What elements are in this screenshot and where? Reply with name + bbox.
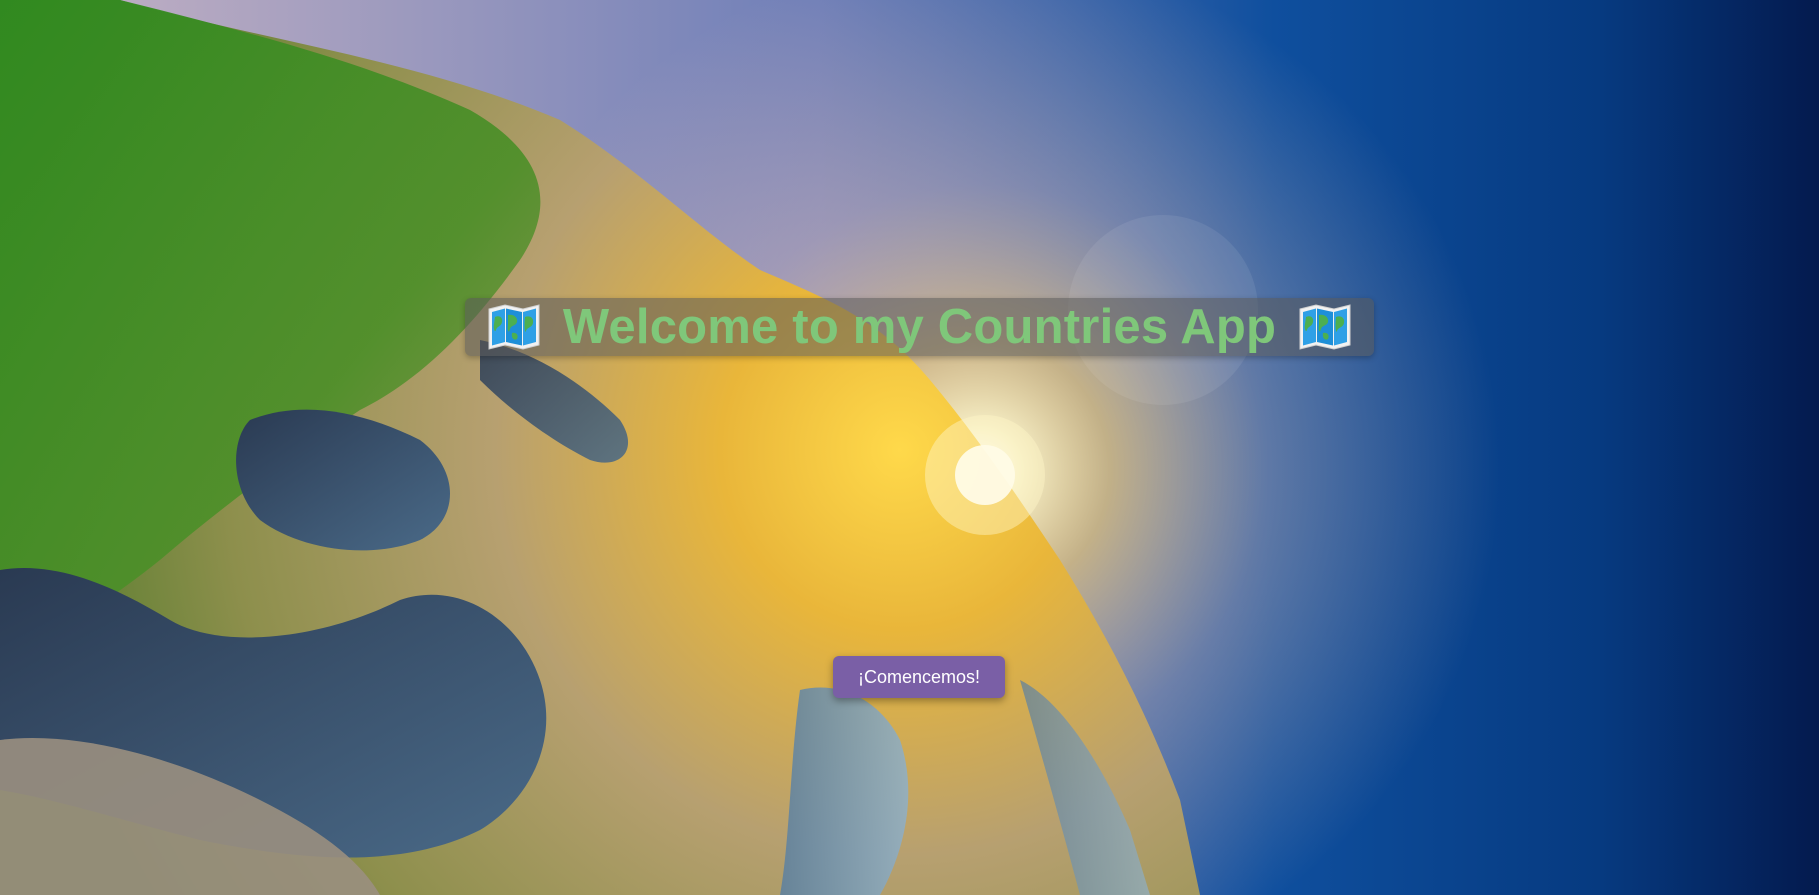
earth-background-image [0,0,1819,895]
world-map-icon [1298,303,1352,351]
start-button[interactable]: ¡Comencemos! [833,656,1005,698]
world-map-icon [487,303,541,351]
page-title: Welcome to my Countries App [562,299,1277,354]
title-banner: Welcome to my Countries App [465,298,1374,356]
